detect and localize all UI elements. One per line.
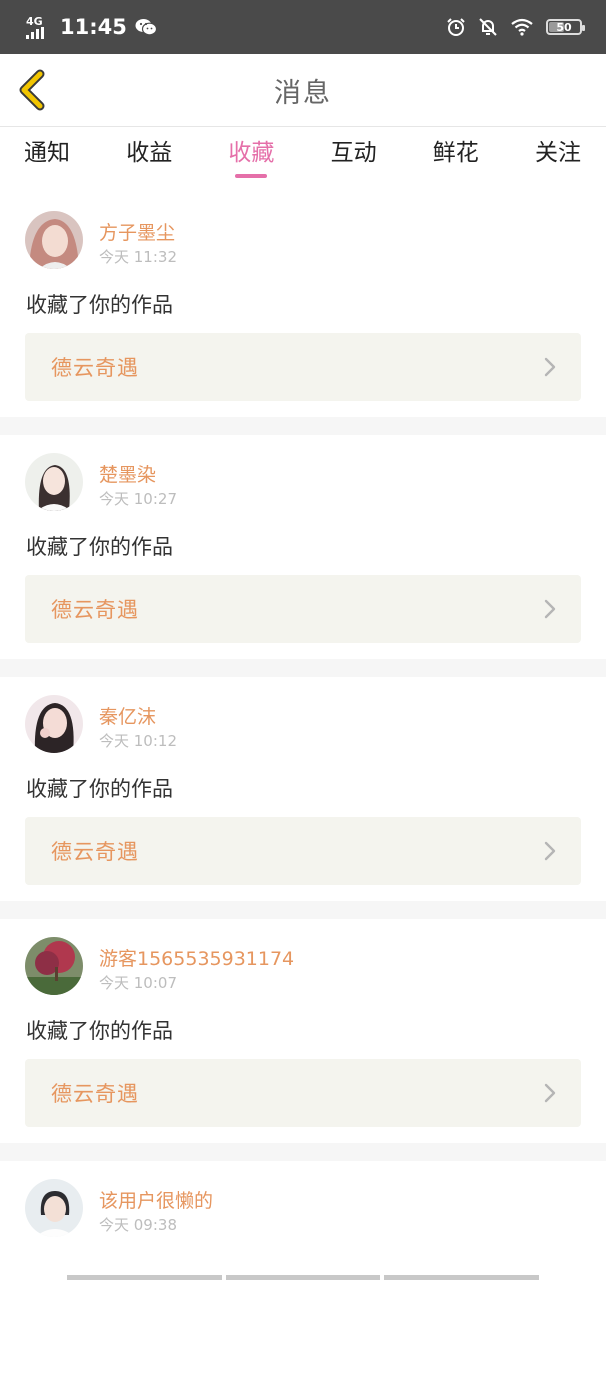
- work-link[interactable]: 德云奇遇: [25, 333, 581, 401]
- tab-interactions[interactable]: 互动: [331, 128, 377, 182]
- tab-favorites[interactable]: 收藏: [228, 128, 274, 182]
- message-time: 今天 10:07: [99, 974, 177, 992]
- chevron-right-icon: [544, 841, 556, 861]
- message-list: 方子墨尘 今天 11:32 收藏了你的作品 德云奇遇 楚墨染 今天 10:27 收藏了你的作…: [0, 193, 606, 1385]
- avatar[interactable]: [25, 453, 83, 511]
- alarm-icon: [447, 18, 465, 36]
- work-link[interactable]: 德云奇遇: [25, 817, 581, 885]
- work-link[interactable]: 德云奇遇: [25, 575, 581, 643]
- battery-level: 50: [556, 20, 572, 34]
- list-divider: [0, 901, 606, 919]
- avatar[interactable]: [25, 937, 83, 995]
- action-text: 收藏了你的作品: [26, 293, 173, 317]
- action-text: 收藏了你的作品: [26, 777, 173, 801]
- tab-flowers[interactable]: 鲜花: [433, 128, 479, 182]
- work-title: 德云奇遇: [51, 598, 139, 622]
- avatar[interactable]: [25, 695, 83, 753]
- status-right: 50: [446, 17, 585, 37]
- network-indicator: 4G: [26, 16, 52, 39]
- work-link[interactable]: 德云奇遇: [25, 1059, 581, 1127]
- work-title: 德云奇遇: [51, 1082, 139, 1106]
- chevron-right-icon: [544, 1083, 556, 1103]
- username[interactable]: 方子墨尘: [99, 218, 175, 245]
- back-chevron-icon[interactable]: [14, 68, 50, 112]
- message-card: 游客1565535931174 今天 10:07 收藏了你的作品德云奇遇: [0, 919, 606, 1143]
- message-card: 该用户很懒的今天 09:38: [0, 1161, 606, 1385]
- wechat-icon: [135, 19, 157, 36]
- status-left: 4G 11:45: [26, 15, 157, 39]
- list-divider: [0, 417, 606, 435]
- message-card: 秦亿沫今天 10:12 收藏了你的作品德云奇遇: [0, 677, 606, 901]
- message-card: 楚墨染今天 10:27 收藏了你的作品德云奇遇: [0, 435, 606, 659]
- avatar[interactable]: [25, 211, 83, 269]
- tab-notifications[interactable]: 通知: [24, 128, 70, 182]
- message-time: 今天 10:12: [99, 732, 177, 750]
- username[interactable]: 秦亿沫: [99, 702, 156, 729]
- list-divider: [0, 1143, 606, 1161]
- message-time: 今天 10:27: [99, 490, 177, 508]
- work-title: 德云奇遇: [51, 840, 139, 864]
- status-bar: 4G 11:45 50: [0, 0, 606, 54]
- avatar[interactable]: [25, 1179, 83, 1237]
- wifi-icon: [511, 18, 533, 36]
- action-text: 收藏了你的作品: [26, 535, 173, 559]
- username[interactable]: 游客1565535931174: [99, 944, 294, 971]
- message-card: 方子墨尘今天 11:32 收藏了你的作品德云奇遇: [0, 193, 606, 417]
- tab-follows[interactable]: 关注: [535, 128, 581, 182]
- username[interactable]: 该用户很懒的: [99, 1186, 213, 1213]
- chevron-right-icon: [544, 599, 556, 619]
- chevron-right-icon: [544, 357, 556, 377]
- nav-header: 消息: [0, 54, 606, 127]
- mute-bell-icon: [479, 18, 497, 36]
- work-title: 德云奇遇: [51, 356, 139, 380]
- signal-icon: [26, 26, 44, 39]
- message-time: 今天 11:32: [99, 248, 177, 266]
- clock: 11:45: [60, 15, 127, 39]
- tab-earnings[interactable]: 收益: [126, 128, 172, 182]
- scroll-indicator: [67, 1275, 540, 1280]
- action-text: 收藏了你的作品: [26, 1019, 173, 1043]
- battery-icon: 50: [546, 19, 585, 35]
- tab-bar: 通知 收益 收藏 互动 鲜花 关注: [0, 128, 606, 182]
- username[interactable]: 楚墨染: [99, 460, 156, 487]
- network-type: 4G: [26, 14, 43, 28]
- page-title: 消息: [274, 77, 332, 109]
- list-divider: [0, 659, 606, 677]
- message-time: 今天 09:38: [99, 1216, 177, 1234]
